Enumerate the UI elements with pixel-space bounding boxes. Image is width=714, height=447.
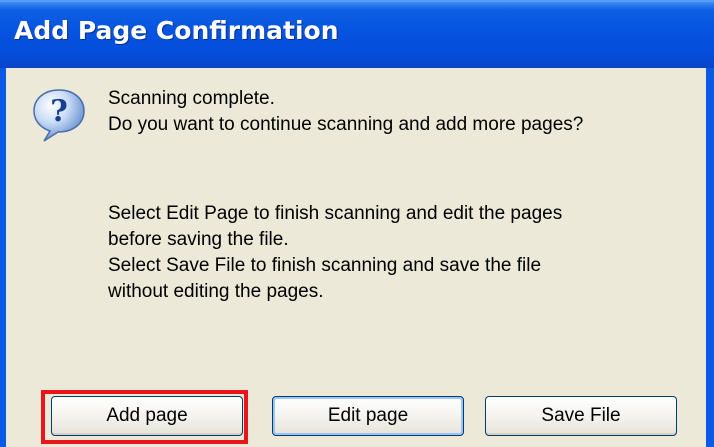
title-bar[interactable]: Add Page Confirmation bbox=[0, 0, 714, 68]
detail-line: before saving the file. bbox=[108, 229, 289, 250]
detail-line: without editing the pages. bbox=[108, 281, 324, 302]
message-line: Scanning complete. bbox=[108, 88, 275, 109]
dialog-window: Add Page Confirmation ? Scanning complet… bbox=[0, 0, 714, 447]
svg-text:?: ? bbox=[50, 94, 68, 129]
window-frame-right bbox=[706, 68, 714, 447]
detail-text: Select Edit Page to finish scanning and … bbox=[108, 201, 562, 305]
detail-line: Select Save File to finish scanning and … bbox=[108, 255, 542, 276]
save-file-button[interactable]: Save File bbox=[485, 396, 677, 436]
dialog-title: Add Page Confirmation bbox=[14, 16, 339, 45]
message-text: Scanning complete. Do you want to contin… bbox=[108, 86, 583, 138]
edit-page-button[interactable]: Edit page bbox=[272, 396, 464, 436]
detail-line: Select Edit Page to finish scanning and … bbox=[108, 203, 563, 224]
message-line: Do you want to continue scanning and add… bbox=[108, 114, 584, 135]
question-icon: ? bbox=[33, 89, 85, 142]
highlight-box bbox=[41, 390, 248, 444]
